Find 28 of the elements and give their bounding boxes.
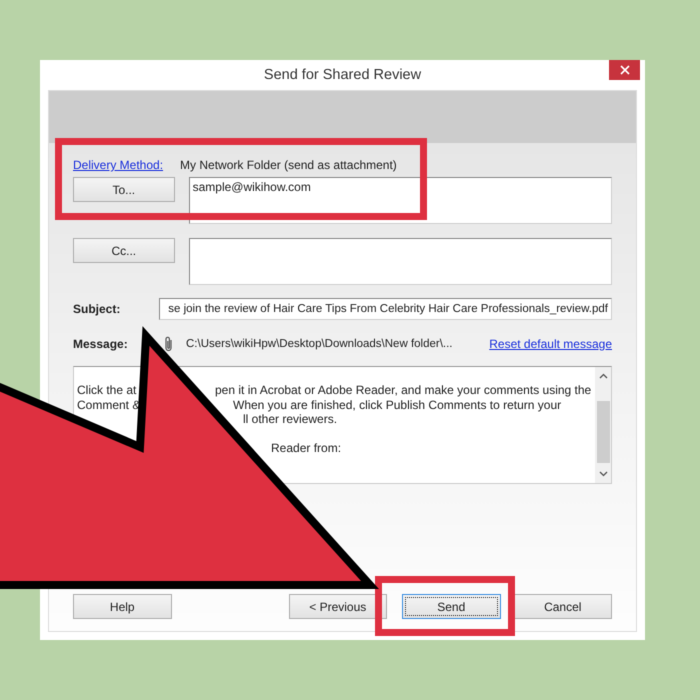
- scrollbar-thumb[interactable]: [596, 401, 610, 463]
- reset-default-message-link[interactable]: Reset default message: [489, 337, 612, 351]
- delivery-method-link[interactable]: Delivery Method:: [73, 158, 164, 172]
- message-text: ll other reviewers.: [243, 412, 338, 426]
- dialog-button[interactable]: < Previous: [288, 594, 387, 619]
- scroll-down-icon[interactable]: [598, 471, 608, 477]
- cc-button[interactable]: Cc...: [73, 238, 175, 263]
- message-text: pen it in Acrobat or Adobe Reader, and make your comments using the: [215, 383, 592, 397]
- paperclip-icon: [164, 336, 174, 352]
- scrollbar[interactable]: [595, 367, 611, 483]
- attachment-path: C:\Users\wikiHpw\Desktop\Downloads\New folder\...: [186, 338, 453, 350]
- message-label: Message:: [73, 337, 129, 351]
- dialog-button[interactable]: Cancel: [514, 594, 612, 619]
- close-icon: [620, 65, 630, 75]
- subject-label: Subject:: [73, 302, 122, 316]
- delivery-method-value: My Network Folder (send as attachment): [180, 158, 397, 172]
- subject-field[interactable]: se join the review of Hair Care Tips From Celebrity Hair Care Professionals_review.pdf: [158, 298, 612, 320]
- cc-field[interactable]: [188, 238, 612, 285]
- dialog-button[interactable]: Help: [73, 594, 172, 619]
- dialog-button[interactable]: Send: [402, 594, 500, 619]
- to-button[interactable]: To...: [73, 177, 175, 202]
- scroll-up-icon[interactable]: [598, 373, 608, 379]
- message-text: Reader from:: [271, 441, 342, 455]
- close-button[interactable]: [609, 60, 640, 80]
- message-text: When you are finished, click Publish Comments to return your: [233, 398, 562, 412]
- to-field[interactable]: sample@wikihow.com: [188, 177, 612, 224]
- message-text: Click the at: [77, 383, 136, 397]
- window-title: Send for Shared Review: [264, 67, 422, 83]
